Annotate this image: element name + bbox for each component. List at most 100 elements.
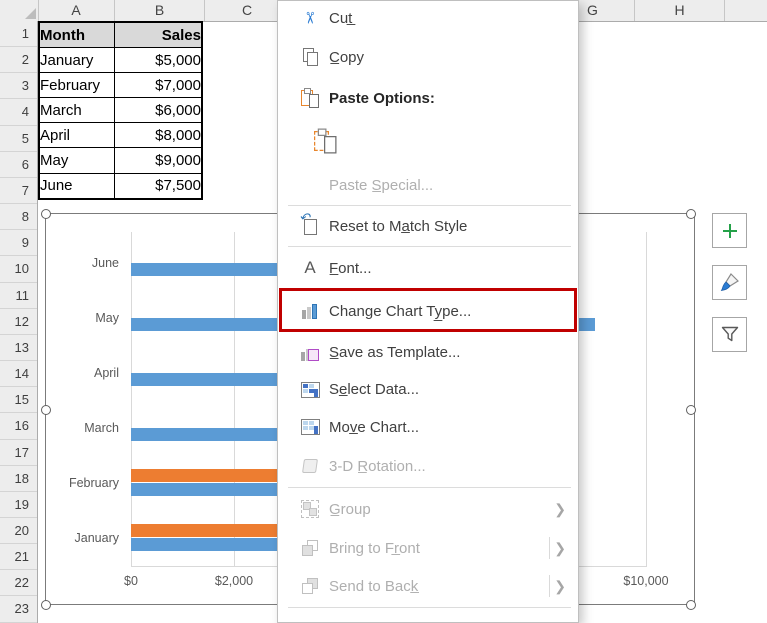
row-header-18[interactable]: 18 xyxy=(0,466,37,492)
row-header-4[interactable]: 4 xyxy=(0,99,37,125)
menu-item-label: F̲ont... xyxy=(329,260,372,277)
excel-worksheet: { "sheet": { "column_headers": ["A","B",… xyxy=(0,0,767,623)
menu-item-label: Se̲lect Data... xyxy=(329,381,419,398)
cell-sales[interactable]: $6,000 xyxy=(115,98,203,123)
cell-month[interactable]: February xyxy=(39,73,115,98)
menu-item-3d-rotation: 3-D R̲otation... xyxy=(278,447,578,485)
cell-month[interactable]: May xyxy=(39,148,115,173)
menu-item-paste-special: Paste S̲pecial... xyxy=(278,166,578,204)
menu-item-label: S̲ave as Template... xyxy=(329,344,460,361)
chart-gridline xyxy=(234,232,235,566)
resize-handle-middle-left[interactable] xyxy=(41,405,51,415)
column-header-i[interactable]: I xyxy=(725,0,767,21)
row-header-9[interactable]: 9 xyxy=(0,230,37,256)
menu-item-label: Reset to Ma̲tch Style xyxy=(329,218,467,235)
submenu-chevron-icon: ❯ xyxy=(554,501,566,518)
menu-item-move-chart[interactable]: Mov̲e Chart... xyxy=(278,408,578,446)
cell-month[interactable]: June xyxy=(39,173,115,199)
resize-handle-top-left[interactable] xyxy=(41,209,51,219)
menu-item-label: G̲roup xyxy=(329,501,371,518)
sales-table: Month Sales January $5,000 February $7,0… xyxy=(38,21,203,200)
cell-sales[interactable]: $9,000 xyxy=(115,148,203,173)
row-header-16[interactable]: 16 xyxy=(0,413,37,439)
highlight-box xyxy=(279,288,577,332)
column-header-a[interactable]: A xyxy=(38,0,115,21)
table-row: May $9,000 xyxy=(39,148,202,173)
menu-item-font[interactable]: A F̲ont... xyxy=(278,249,578,287)
row-header-6[interactable]: 6 xyxy=(0,152,37,178)
row-header-21[interactable]: 21 xyxy=(0,544,37,570)
cell-sales[interactable]: $5,000 xyxy=(115,48,203,73)
row-header-2[interactable]: 2 xyxy=(0,47,37,73)
table-row: January $5,000 xyxy=(39,48,202,73)
menu-item-label: Send to Back̲ xyxy=(329,578,418,595)
cell-sales[interactable]: $8,000 xyxy=(115,123,203,148)
row-header-20[interactable]: 20 xyxy=(0,518,37,544)
menu-separator xyxy=(288,487,571,488)
header-cell-sales[interactable]: Sales xyxy=(115,22,203,48)
reset-style-icon: ↶ xyxy=(302,217,318,235)
row-header-strip: 1 2 3 4 5 6 7 8 9 10 11 12 13 14 15 16 1… xyxy=(0,21,38,623)
menu-item-reset-to-match-style[interactable]: ↶ Reset to Ma̲tch Style xyxy=(278,207,578,245)
chart-styles-button[interactable] xyxy=(712,265,747,300)
paste-keep-formatting-button[interactable] xyxy=(314,129,337,154)
column-header-h[interactable]: H xyxy=(635,0,725,21)
split-divider xyxy=(549,575,550,597)
select-all-corner[interactable] xyxy=(0,0,39,21)
cell-sales[interactable]: $7,000 xyxy=(115,73,203,98)
category-label: June xyxy=(46,256,119,271)
resize-handle-bottom-left[interactable] xyxy=(41,600,51,610)
cell-month[interactable]: March xyxy=(39,98,115,123)
table-row: March $6,000 xyxy=(39,98,202,123)
menu-item-save-as-template[interactable]: S̲ave as Template... xyxy=(278,333,578,371)
row-header-7[interactable]: 7 xyxy=(0,178,37,204)
header-cell-month[interactable]: Month xyxy=(39,22,115,48)
resize-handle-top-right[interactable] xyxy=(686,209,696,219)
chart-filters-button[interactable] xyxy=(712,317,747,352)
row-header-14[interactable]: 14 xyxy=(0,361,37,387)
chart-elements-button[interactable] xyxy=(712,213,747,248)
submenu-chevron-icon: ❯ xyxy=(554,540,566,557)
row-header-3[interactable]: 3 xyxy=(0,73,37,99)
menu-item-label: Paste Options: xyxy=(329,90,435,107)
cell-month[interactable]: April xyxy=(39,123,115,148)
menu-separator xyxy=(288,246,571,247)
menu-separator xyxy=(288,205,571,206)
row-header-8[interactable]: 8 xyxy=(0,204,37,230)
menu-item-paste-options: Paste Options: xyxy=(278,79,578,117)
split-divider xyxy=(549,537,550,559)
row-header-11[interactable]: 11 xyxy=(0,283,37,309)
category-label: April xyxy=(46,366,119,381)
category-label: February xyxy=(46,476,119,491)
menu-item-label: Paste S̲pecial... xyxy=(329,177,433,194)
column-header-b[interactable]: B xyxy=(115,0,205,21)
row-header-23[interactable]: 23 xyxy=(0,596,37,622)
row-header-5[interactable]: 5 xyxy=(0,126,37,152)
row-header-13[interactable]: 13 xyxy=(0,335,37,361)
resize-handle-middle-right[interactable] xyxy=(686,405,696,415)
row-header-22[interactable]: 22 xyxy=(0,570,37,596)
bring-to-front-icon xyxy=(302,540,318,556)
row-header-17[interactable]: 17 xyxy=(0,440,37,466)
resize-handle-bottom-right[interactable] xyxy=(686,600,696,610)
row-header-12[interactable]: 12 xyxy=(0,309,37,335)
cell-month[interactable]: January xyxy=(39,48,115,73)
menu-item-label: Cut̲ xyxy=(329,10,352,27)
menu-item-label: C̲opy xyxy=(329,49,364,66)
menu-item-copy[interactable]: C̲opy xyxy=(278,38,578,76)
menu-item-send-to-back: Send to Back̲ ❯ xyxy=(278,567,578,605)
row-header-1[interactable]: 1 xyxy=(0,21,37,47)
menu-item-select-data[interactable]: Se̲lect Data... xyxy=(278,371,578,408)
menu-item-bring-to-front: Bring to Fr̲ont ❯ xyxy=(278,529,578,567)
menu-item-cut[interactable]: ✂ Cut̲ xyxy=(278,1,578,35)
x-axis-tick-label: $2,000 xyxy=(192,574,276,588)
select-data-icon xyxy=(301,382,320,398)
chart-gridline xyxy=(131,232,132,566)
row-header-15[interactable]: 15 xyxy=(0,387,37,413)
group-icon xyxy=(301,500,319,518)
save-template-icon xyxy=(301,344,319,361)
cell-sales[interactable]: $7,500 xyxy=(115,173,203,199)
row-header-10[interactable]: 10 xyxy=(0,256,37,282)
table-row: June $7,500 xyxy=(39,173,202,199)
row-header-19[interactable]: 19 xyxy=(0,492,37,518)
